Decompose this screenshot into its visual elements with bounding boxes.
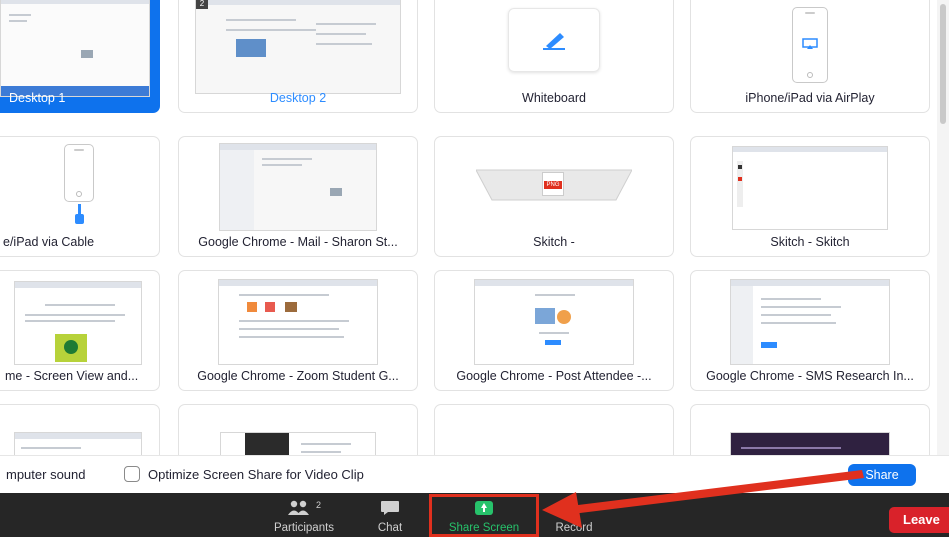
desktop-number-badge: 2 (196, 0, 208, 9)
tile-label: me - Screen View and... (5, 369, 139, 383)
tile-chrome-screen-view[interactable]: me - Screen View and... (0, 270, 160, 391)
desktop-1-thumbnail (0, 0, 159, 97)
scrollbar-thumb[interactable] (940, 4, 946, 124)
post-attendee-thumbnail (474, 279, 634, 365)
tile-label: Whiteboard (522, 91, 586, 105)
leave-meeting-button[interactable]: Leave (889, 507, 949, 533)
tile-label: Desktop 2 (269, 91, 327, 105)
optimize-video-label[interactable]: Optimize Screen Share for Video Clip (148, 467, 364, 482)
tile-label: Google Chrome - Mail - Sharon St... (198, 235, 398, 249)
tile-label: e/iPad via Cable (3, 235, 95, 249)
tile-iphone-cable[interactable]: e/iPad via Cable (0, 136, 160, 257)
sms-research-thumbnail (730, 279, 890, 365)
tile-label: iPhone/iPad via AirPlay (745, 91, 875, 105)
desktop-2-thumbnail: 2 (179, 0, 417, 94)
chat-icon (381, 501, 399, 515)
zoom-student-thumbnail (218, 279, 378, 365)
tile-label: Skitch - Skitch (770, 235, 850, 249)
tile-chrome-zoom-student[interactable]: Google Chrome - Zoom Student G... (178, 270, 418, 391)
iphone-cable-icon (60, 144, 100, 224)
screen-view-thumbnail (14, 281, 142, 365)
tile-label: Google Chrome - Post Attendee -... (456, 369, 652, 383)
iphone-airplay-icon (792, 7, 828, 83)
png-badge: PNG (544, 181, 562, 189)
participants-button[interactable]: 2 Participants (266, 498, 342, 534)
share-computer-sound-label[interactable]: mputer sound (6, 467, 86, 482)
chat-button[interactable]: Chat (370, 498, 410, 534)
participants-count: 2 (315, 500, 321, 510)
tile-skitch[interactable]: Skitch - Skitch (690, 136, 930, 257)
tile-label: Skitch - (533, 235, 575, 249)
chrome-mail-thumbnail (219, 143, 377, 231)
chat-label: Chat (377, 522, 403, 534)
tile-desktop-2[interactable]: 2 Desktop 2 (178, 0, 418, 113)
share-screen-dialog: Desktop 1 2 Desktop 2 Whiteboard iPhone/… (0, 0, 949, 493)
scrollbar[interactable] (937, 0, 949, 455)
tile-label: Google Chrome - Zoom Student G... (197, 369, 399, 383)
tile-label: Google Chrome - SMS Research In... (706, 369, 914, 383)
participants-label: Participants (273, 522, 335, 534)
tile-chrome-mail[interactable]: Google Chrome - Mail - Sharon St... (178, 136, 418, 257)
share-button[interactable]: Share (848, 464, 916, 486)
tile-whiteboard[interactable]: Whiteboard (434, 0, 674, 113)
tile-chrome-post-attendee[interactable]: Google Chrome - Post Attendee -... (434, 270, 674, 391)
tile-chrome-sms-research[interactable]: Google Chrome - SMS Research In... (690, 270, 930, 391)
record-button[interactable]: Record (546, 498, 602, 534)
tile-iphone-airplay[interactable]: iPhone/iPad via AirPlay (690, 0, 930, 113)
skitch-thumbnail: PNG (475, 166, 633, 206)
record-label: Record (555, 522, 593, 534)
annotation-highlight-box (429, 494, 539, 537)
share-options-bar: mputer sound Optimize Screen Share for V… (0, 455, 949, 493)
participants-icon (287, 500, 309, 515)
whiteboard-icon (508, 8, 600, 72)
skitch-window-thumbnail (732, 146, 888, 230)
tile-desktop-1[interactable]: Desktop 1 (0, 0, 160, 113)
tile-label: Desktop 1 (9, 91, 66, 105)
optimize-video-checkbox[interactable] (124, 466, 140, 482)
tile-skitch-png[interactable]: PNG Skitch - (434, 136, 674, 257)
